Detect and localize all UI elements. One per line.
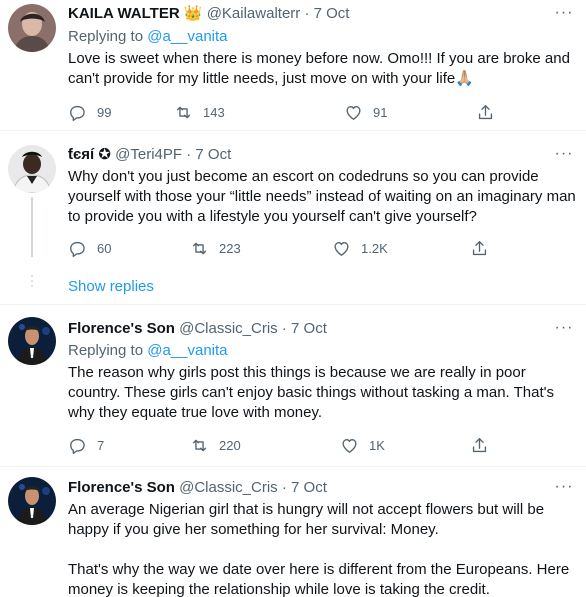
- tweet[interactable]: Florence's Son @Classic_Cris · 7 Oct ···…: [0, 305, 586, 465]
- tweet-date[interactable]: 7 Oct: [291, 479, 327, 496]
- tweet-text-paragraph-2: That's why the way we date over here is …: [68, 561, 570, 597]
- separator-dot: ·: [304, 5, 310, 22]
- tweet-header: Florence's Son @Classic_Cris · 7 Oct: [68, 478, 327, 498]
- share-icon: [470, 239, 489, 258]
- avatar[interactable]: [8, 477, 56, 525]
- separator-dot: ·: [281, 479, 287, 496]
- more-icon[interactable]: ···: [554, 146, 574, 167]
- replying-to: Replying to @a__vanita: [68, 341, 228, 361]
- more-icon[interactable]: ···: [554, 320, 574, 341]
- share-icon: [470, 436, 489, 455]
- share-icon: [476, 103, 495, 122]
- like-button[interactable]: 1K: [340, 435, 385, 455]
- like-button[interactable]: 1.2K: [332, 238, 388, 258]
- tweet-actions: 60 223 1.2K: [68, 238, 508, 258]
- reply-icon: [68, 436, 87, 455]
- share-button[interactable]: [470, 238, 489, 258]
- user-handle[interactable]: @Teri4PF: [115, 146, 182, 163]
- tweet[interactable]: Florence's Son @Classic_Cris · 7 Oct ···…: [0, 467, 586, 597]
- tweet-date[interactable]: 7 Oct: [195, 146, 231, 163]
- share-button[interactable]: [476, 102, 495, 122]
- reply-icon: [68, 239, 87, 258]
- tweet-header: ƭєяí ✪ @Teri4PF · 7 Oct: [68, 145, 231, 165]
- tweet-actions: 99 143 91: [68, 102, 508, 122]
- like-button[interactable]: 91: [344, 102, 387, 122]
- retweet-icon: [174, 103, 193, 122]
- replying-to-label: Replying to: [68, 28, 144, 45]
- user-handle[interactable]: @Classic_Cris: [179, 479, 278, 496]
- reply-count: 60: [97, 240, 112, 256]
- tweet-header: Florence's Son @Classic_Cris · 7 Oct: [68, 319, 327, 339]
- replying-to-link[interactable]: @a__vanita: [147, 342, 227, 359]
- heart-icon: [340, 436, 359, 455]
- tweet-header: KAILA WALTER 👑 @Kailawalterr · 7 Oct: [68, 4, 349, 24]
- display-name[interactable]: Florence's Son: [68, 320, 175, 337]
- retweet-icon: [190, 436, 209, 455]
- show-replies-link[interactable]: Show replies: [68, 277, 154, 297]
- tweet-text: The reason why girls post this things is…: [68, 364, 554, 421]
- reply-button[interactable]: 60: [68, 238, 111, 258]
- retweet-count: 143: [203, 104, 225, 120]
- heart-icon: [332, 239, 351, 258]
- separator-dot: ·: [281, 320, 287, 337]
- retweet-count: 220: [219, 437, 241, 453]
- tweet-date[interactable]: 7 Oct: [314, 5, 350, 22]
- like-count: 1.2K: [361, 240, 388, 256]
- replying-to-link[interactable]: @a__vanita: [147, 28, 227, 45]
- retweet-icon: [190, 239, 209, 258]
- display-name[interactable]: KAILA WALTER: [68, 5, 180, 22]
- more-icon[interactable]: ···: [554, 5, 574, 26]
- user-handle[interactable]: @Classic_Cris: [179, 320, 278, 337]
- retweet-button[interactable]: 220: [190, 435, 241, 455]
- heart-icon: [344, 103, 363, 122]
- thread-dots: [30, 275, 34, 290]
- replying-to-label: Replying to: [68, 342, 144, 359]
- avatar[interactable]: [8, 317, 56, 365]
- reply-icon: [68, 103, 87, 122]
- tweet-text: Why don't you just become an escort on c…: [68, 168, 576, 225]
- retweet-button[interactable]: 223: [190, 238, 241, 258]
- tweet[interactable]: KAILA WALTER 👑 @Kailawalterr · 7 Oct ···…: [0, 0, 586, 128]
- tweet-text-paragraph-1: An average Nigerian girl that is hungry …: [68, 501, 545, 538]
- reply-button[interactable]: 7: [68, 435, 104, 455]
- like-count: 91: [373, 104, 388, 120]
- tweet-actions: 7 220 1K: [68, 435, 508, 455]
- replying-to: Replying to @a__vanita: [68, 27, 228, 47]
- display-name[interactable]: ƭєяí: [68, 146, 94, 163]
- avatar[interactable]: [8, 4, 56, 52]
- reply-count: 7: [97, 437, 105, 453]
- like-count: 1K: [369, 437, 385, 453]
- avatar[interactable]: [8, 145, 56, 193]
- crown-badge-icon: 👑: [183, 5, 203, 22]
- retweet-count: 223: [219, 240, 241, 256]
- separator-dot: ·: [186, 146, 192, 163]
- tweet-text: Love is sweet when there is money before…: [68, 50, 570, 87]
- reply-button[interactable]: 99: [68, 102, 111, 122]
- tweet-date[interactable]: 7 Oct: [291, 320, 327, 337]
- thread-line: [31, 197, 33, 257]
- user-handle[interactable]: @Kailawalterr: [207, 5, 301, 22]
- retweet-button[interactable]: 143: [174, 102, 225, 122]
- share-button[interactable]: [470, 435, 489, 455]
- star-badge-icon: ✪: [98, 146, 111, 163]
- more-icon[interactable]: ···: [554, 479, 574, 500]
- tweet[interactable]: ƭєяí ✪ @Teri4PF · 7 Oct ··· Why don't yo…: [0, 131, 586, 301]
- display-name[interactable]: Florence's Son: [68, 479, 175, 496]
- reply-count: 99: [97, 104, 112, 120]
